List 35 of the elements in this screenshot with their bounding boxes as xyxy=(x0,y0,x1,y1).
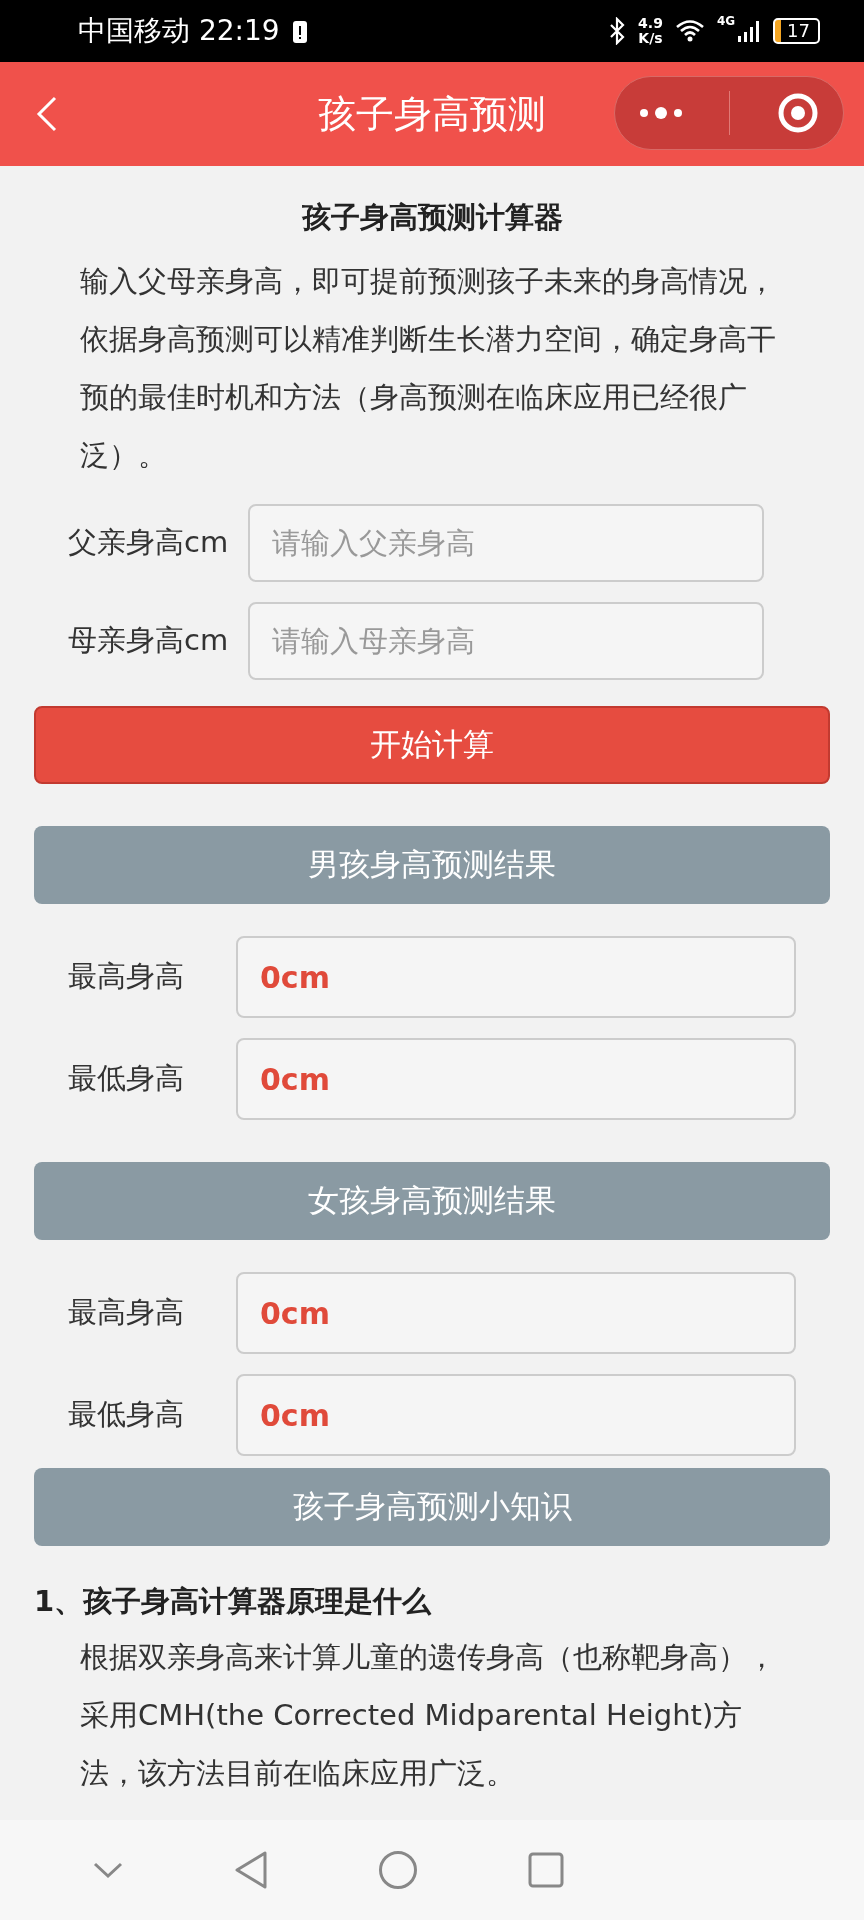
speed-unit: K/s xyxy=(638,31,663,46)
speed-value: 4.9 xyxy=(638,16,663,31)
description: 输入父母亲身高，即可提前预测孩子未来的身高情况，依据身高预测可以精准判断生长潜力空间，确定身高干预的最佳时机和方法（身高预测在临床应用已经很广泛）。 xyxy=(79,263,777,474)
signal-icon xyxy=(737,19,762,43)
home-icon[interactable] xyxy=(378,1850,418,1890)
result-label: 最低身高 xyxy=(67,1060,185,1097)
wifi-icon xyxy=(674,19,705,43)
network-label: 4G xyxy=(716,14,736,28)
calculator-title: 孩子身高预测计算器 xyxy=(300,199,564,236)
field-label: 父亲身高cm xyxy=(67,524,230,561)
result-label: 最高身高 xyxy=(67,958,185,995)
result-field: 0cm xyxy=(236,1272,796,1354)
section-header: 女孩身高预测结果 xyxy=(34,1162,830,1240)
calculate-button[interactable]: 开始计算 xyxy=(34,706,830,784)
back-icon[interactable] xyxy=(234,1850,268,1890)
result-field: 0cm xyxy=(236,936,796,1018)
alert-icon xyxy=(291,18,308,44)
page-title: 孩子身高预测 xyxy=(318,90,546,138)
field-label: 母亲身高cm xyxy=(67,622,230,659)
chevron-down-icon[interactable] xyxy=(92,1860,124,1880)
input-field[interactable]: 请输入母亲身高 xyxy=(248,602,764,680)
recents-icon[interactable] xyxy=(528,1852,564,1888)
battery-indicator: 17 xyxy=(773,18,820,44)
section-header: 男孩身高预测结果 xyxy=(34,826,830,904)
result-field: 0cm xyxy=(236,1038,796,1120)
result-field: 0cm xyxy=(236,1374,796,1456)
section-header: 孩子身高预测小知识 xyxy=(34,1468,830,1546)
more-icon[interactable] xyxy=(637,106,684,120)
input-field[interactable]: 请输入父亲身高 xyxy=(248,504,764,582)
bluetooth-icon xyxy=(608,17,627,45)
question-heading: 1、孩子身高计算器原理是什么 xyxy=(34,1583,433,1620)
result-label: 最高身高 xyxy=(67,1294,185,1331)
result-label: 最低身高 xyxy=(67,1396,185,1433)
answer-text: 根据双亲身高来计算儿童的遗传身高（也称靶身高），采用CMH(the Corrected Midparental Height)方法，该方法目前在临床应用广泛。 xyxy=(79,1639,777,1792)
carrier-time: 中国移动 22:19 xyxy=(78,13,280,49)
